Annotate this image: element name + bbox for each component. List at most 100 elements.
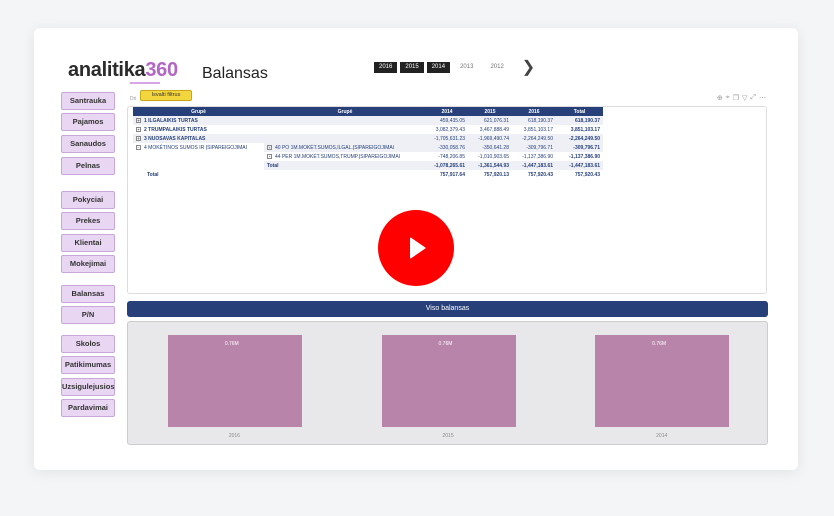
viso-balansas-chart: 0.76M 2016 0.76M 2015 0.76M 2014 — [127, 321, 768, 445]
row-group[interactable]: +1 ILGALAIKIS TURTAS — [133, 116, 264, 125]
cell-total: -1,447,183.61 — [556, 161, 603, 170]
sidebar-item-sanaudos[interactable]: Sanaudos — [61, 135, 115, 153]
sidebar-item-pajamos[interactable]: Pajamos — [61, 113, 115, 131]
cell-2016: 757,920.43 — [527, 171, 553, 178]
expand-icon[interactable]: + — [136, 135, 141, 141]
table-row: +3 NUOSAVAS KAPITALAS -1,705,631.23 -1,9… — [133, 134, 603, 143]
chart-data-label: 0.76M — [224, 341, 239, 347]
row-subgroup — [264, 134, 426, 143]
cell-2014: -748,206.85 — [438, 153, 465, 160]
cell-2016: 3,851,103.17 — [523, 126, 553, 133]
row-subgroup — [264, 116, 426, 125]
chart-data-label: 0.76M — [652, 341, 667, 347]
table-row: +44 PER 1M.MOKĖT.SUMOS,TRUMP.ĮSIPAREIGOJ… — [133, 152, 603, 161]
year-2014[interactable]: 2014 — [426, 62, 451, 73]
row-group — [133, 161, 264, 170]
copy-icon[interactable]: ❐ — [733, 94, 739, 102]
cell-2015: 3,467,888.49 — [479, 126, 509, 133]
cell-2014: 757,917.64 — [439, 171, 465, 178]
cell-total: -1,137,386.90 — [569, 153, 600, 160]
pin-icon[interactable]: ⌖ — [726, 94, 730, 102]
sidebar-item-santrauka[interactable]: Santrauka — [61, 92, 115, 110]
sidebar-item-prekes[interactable]: Prekes — [61, 212, 115, 230]
cell-2014: -330,058.76 — [426, 143, 468, 152]
cell-2014: -1,705,631.23 — [426, 134, 468, 143]
year-2015[interactable]: 2015 — [400, 62, 424, 73]
col-header-2015[interactable]: 2015 — [468, 107, 512, 116]
table-row: +2 TRUMPALAIKIS TURTAS 3,082,379.43 3,46… — [133, 125, 603, 134]
expand-icon[interactable]: + — [136, 126, 141, 132]
chart-bar[interactable] — [595, 335, 730, 427]
logo: analitika360 — [68, 59, 178, 81]
sidebar-item-patikimumas[interactable]: Patikimumas — [61, 356, 115, 374]
sidebar-item-pokyciai[interactable]: Pokyciai — [61, 191, 115, 209]
table-row: Total -1,078,265.61 -1,361,544.93 -1,447… — [133, 161, 603, 170]
cell-2016: -2,264,249.50 — [512, 134, 556, 143]
drill-text: Dri — [130, 96, 137, 102]
col-header-grupe-1[interactable]: Grupė — [133, 107, 264, 116]
col-header-grupe-2[interactable]: Grupė — [264, 107, 426, 116]
chart-x-tick-label: 2015 — [442, 433, 454, 439]
logo-underline — [130, 82, 160, 84]
chart-bar[interactable] — [167, 335, 302, 427]
cell-2015: -1,361,544.93 — [468, 161, 512, 170]
year-2013[interactable]: 2013 — [453, 62, 480, 73]
col-header-2014[interactable]: 2014 — [426, 107, 468, 116]
cell-2016: -1,137,386.90 — [522, 153, 553, 160]
cell-2016: 618,190.37 — [512, 116, 556, 125]
cell-2015: -1,969,490.74 — [468, 134, 512, 143]
cell-total: 618,190.37 — [556, 116, 603, 125]
collapse-icon[interactable]: − — [136, 144, 141, 150]
row-subgroup[interactable]: +40 PO 1M.MOKĖT.SUMOS,ILGAL.ĮSIPAREIGOJI… — [264, 143, 426, 152]
sidebar-item-pelnas[interactable]: Pelnas — [61, 157, 115, 175]
cell-2015: 621,076.31 — [468, 116, 512, 125]
cell-2016: -1,447,183.61 — [512, 161, 556, 170]
chart-x-tick-label: 2014 — [656, 433, 668, 439]
table-row: −4 MOKĖTINOS SUMOS IR ĮSIPAREIGOJIMAI +4… — [133, 143, 603, 152]
sidebar-item-skolos[interactable]: Skolos — [61, 335, 115, 353]
sidebar-item-pn[interactable]: P/N — [61, 306, 115, 324]
year-2016[interactable]: 2016 — [374, 62, 398, 73]
row-group[interactable]: +2 TRUMPALAIKIS TURTAS — [133, 125, 264, 134]
page-title: Balansas — [202, 65, 268, 82]
drill-icon[interactable]: ⊕ — [717, 94, 723, 102]
col-header-2016[interactable]: 2016 — [512, 107, 556, 116]
cell-2015: -1,010,903.65 — [478, 153, 509, 160]
row-subgroup-total: Total — [264, 161, 426, 170]
viso-balansas-title: Viso balansas — [127, 301, 768, 317]
expand-icon[interactable]: + — [136, 117, 141, 123]
cell-2015: 757,920.13 — [483, 171, 509, 178]
sidebar-item-balansas[interactable]: Balansas — [61, 285, 115, 303]
matrix-table: Grupė Grupė 2014 2015 2016 Total +1 ILGA… — [133, 107, 603, 179]
play-button[interactable] — [378, 210, 454, 286]
focus-icon[interactable]: ⤢ — [750, 94, 756, 102]
filter-icon[interactable]: ▽ — [742, 94, 747, 102]
col-header-total[interactable]: Total — [556, 107, 603, 116]
sidebar-item-pardavimai[interactable]: Pardavimai — [61, 399, 115, 417]
sidebar-item-uzsigulejusios[interactable]: Uzsigulejusios — [61, 378, 115, 396]
table-row-total: Total 757,917.64 757,920.13 757,920.43 7… — [133, 170, 603, 179]
visual-toolbar: ⊕ ⌖ ❐ ▽ ⤢ ⋯ — [717, 94, 766, 102]
chart-bar[interactable] — [381, 335, 516, 427]
cell-2014: -1,078,265.61 — [426, 161, 468, 170]
row-group — [133, 152, 264, 161]
cell-total: 757,920.43 — [574, 171, 600, 178]
row-group-total: Total — [147, 171, 159, 178]
chevron-right-icon[interactable]: ❯ — [522, 60, 535, 76]
chart-x-tick-label: 2016 — [228, 433, 240, 439]
sidebar-item-mokejimai[interactable]: Mokejimai — [61, 255, 115, 273]
expand-icon[interactable]: + — [267, 153, 272, 159]
year-2012[interactable]: 2012 — [483, 62, 510, 73]
row-subgroup — [264, 170, 426, 179]
row-group[interactable]: −4 MOKĖTINOS SUMOS IR ĮSIPAREIGOJIMAI — [133, 143, 264, 152]
sidebar-item-klientai[interactable]: Klientai — [61, 234, 115, 252]
cell-total: -309,796.71 — [556, 143, 603, 152]
clear-filters-tooltip[interactable]: Isvalti filtrus — [140, 90, 192, 101]
cell-2016: -309,796.71 — [512, 143, 556, 152]
expand-icon[interactable]: + — [267, 144, 272, 150]
year-slicer: 2016 2015 2014 2013 2012 ❯ — [374, 60, 535, 76]
more-icon[interactable]: ⋯ — [759, 94, 766, 102]
cell-2015: -350,641.28 — [468, 143, 512, 152]
row-group[interactable]: +3 NUOSAVAS KAPITALAS — [133, 134, 264, 143]
row-subgroup[interactable]: +44 PER 1M.MOKĖT.SUMOS,TRUMP.ĮSIPAREIGOJ… — [264, 152, 426, 161]
